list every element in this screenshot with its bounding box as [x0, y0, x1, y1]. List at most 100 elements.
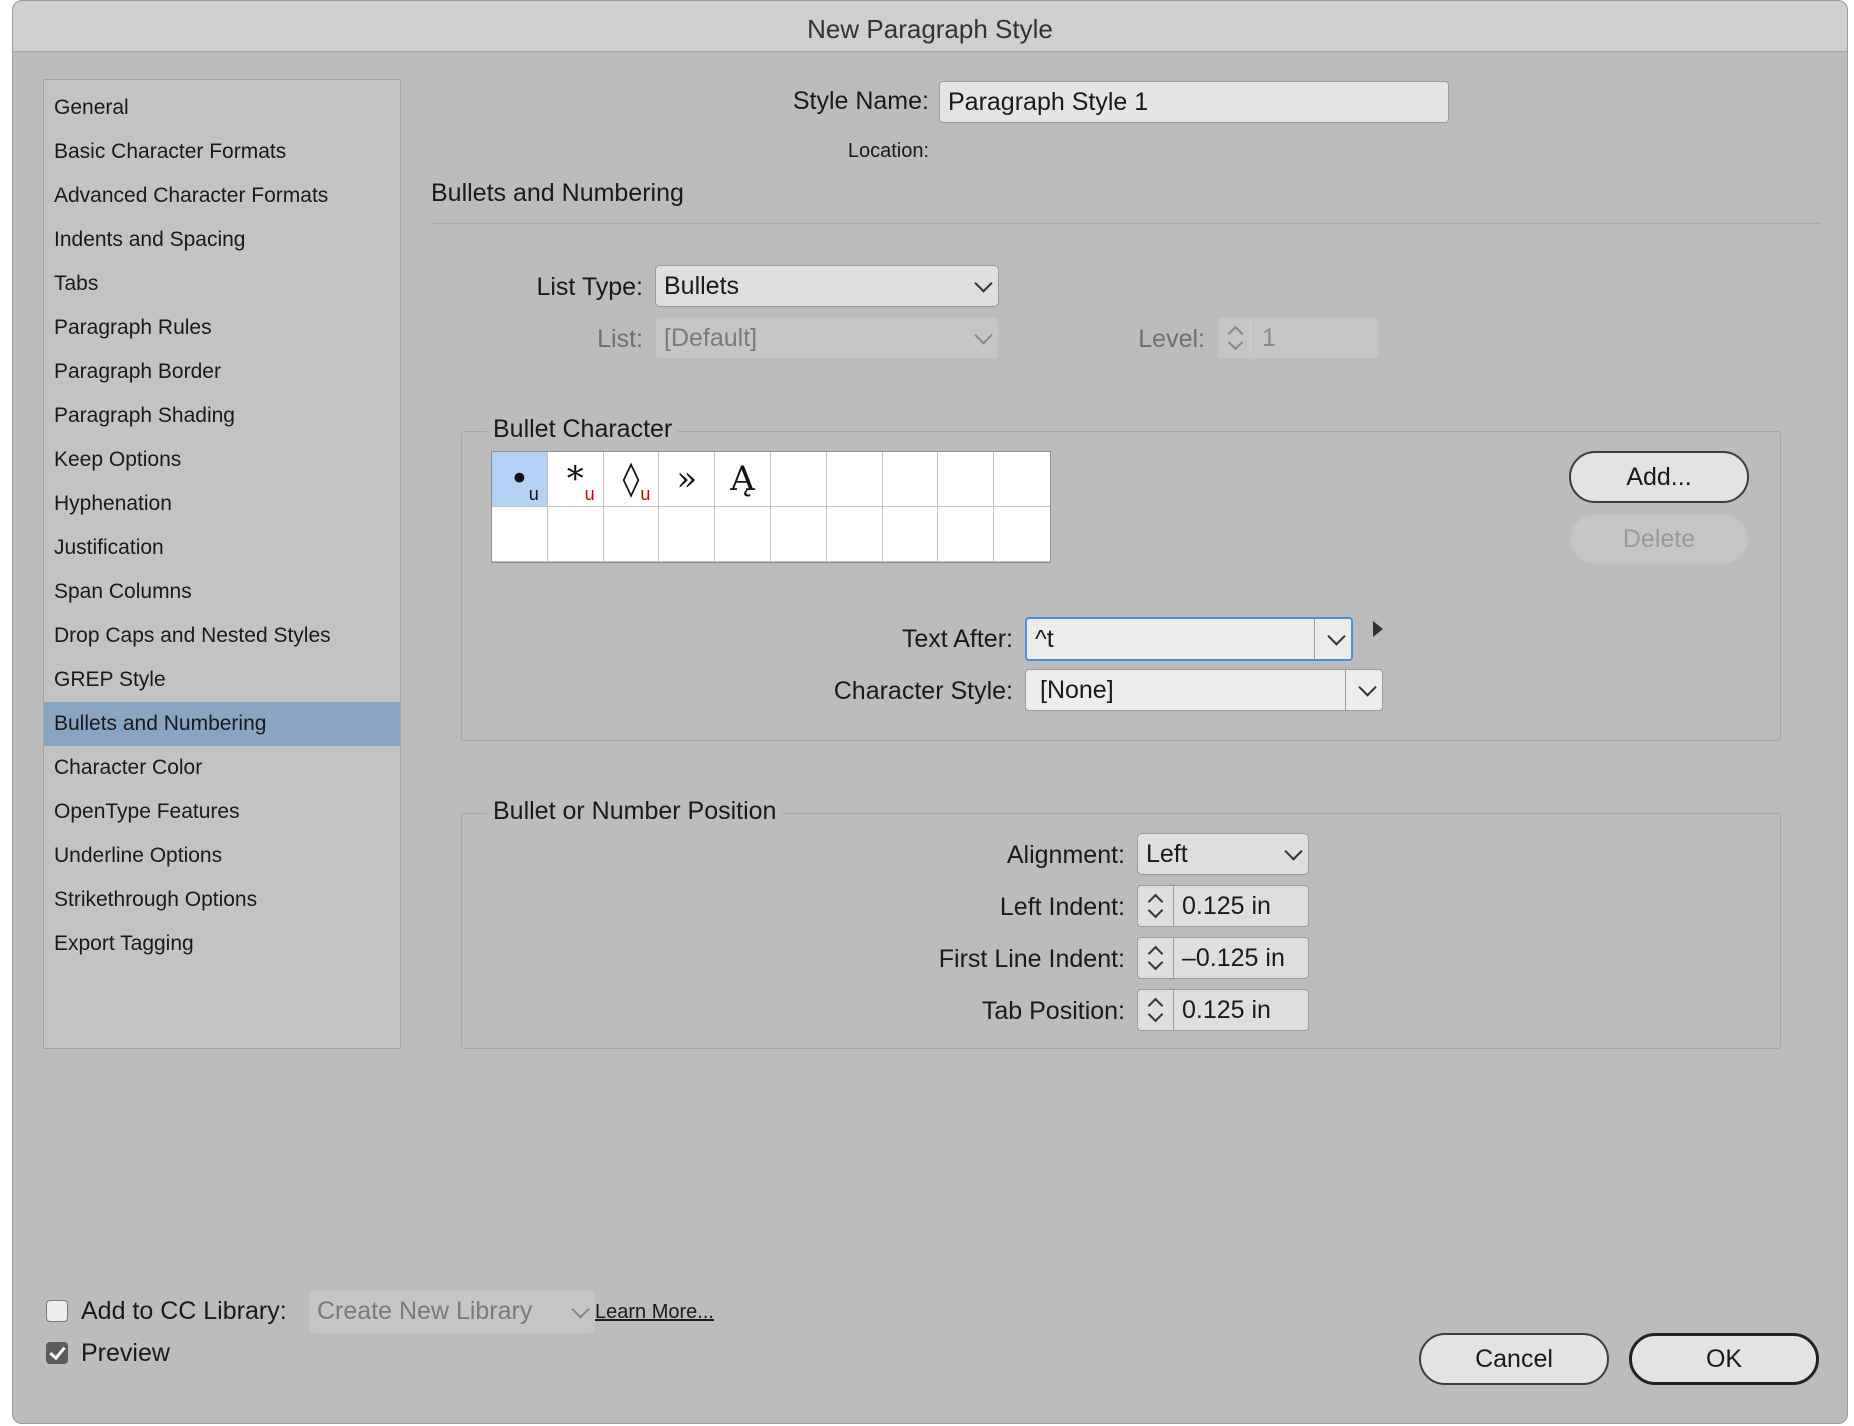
bullet-glyph-cell[interactable] — [882, 452, 939, 507]
list-value: [Default] — [664, 324, 758, 352]
cc-library-checkbox[interactable] — [46, 1300, 68, 1322]
stepper-arrows-icon[interactable] — [1138, 938, 1174, 978]
sidebar-item-character-color[interactable]: Character Color — [44, 746, 400, 790]
first-line-indent-label: First Line Indent: — [938, 945, 1125, 973]
character-style-value: [None] — [1040, 676, 1114, 704]
category-sidebar: General Basic Character Formats Advanced C… — [43, 79, 401, 1049]
sidebar-item-drop-caps-and-nested-styles[interactable]: Drop Caps and Nested Styles — [44, 614, 400, 658]
sidebar-item-strikethrough-options[interactable]: Strikethrough Options — [44, 878, 400, 922]
glyph-font-mark: u — [528, 484, 539, 504]
stepper-arrows-icon[interactable] — [1138, 886, 1174, 926]
left-indent-stepper[interactable]: 0.125 in — [1137, 885, 1309, 927]
tab-position-label: Tab Position: — [981, 997, 1125, 1025]
bullet-glyph-cell[interactable] — [547, 507, 604, 562]
chevron-down-icon — [974, 326, 993, 345]
list-type-value: Bullets — [664, 272, 740, 300]
glyph-font-mark: u — [584, 484, 595, 504]
alignment-label: Alignment: — [1006, 841, 1125, 869]
bullet-glyph-cell[interactable] — [603, 507, 660, 562]
sidebar-item-bullets-and-numbering[interactable]: Bullets and Numbering — [44, 702, 400, 746]
location-label: Location: — [847, 140, 929, 162]
bullet-glyph-cell[interactable]: • u — [492, 452, 548, 507]
sidebar-item-indents-and-spacing[interactable]: Indents and Spacing — [44, 218, 400, 262]
stepper-arrows-icon[interactable] — [1138, 990, 1174, 1030]
bullet-glyph-cell[interactable] — [715, 507, 771, 562]
bullet-glyph-cell[interactable] — [882, 507, 939, 562]
sidebar-item-span-columns[interactable]: Span Columns — [44, 570, 400, 614]
sidebar-item-basic-character-formats[interactable]: Basic Character Formats — [44, 130, 400, 174]
bullet-glyph: ◊ — [622, 459, 640, 499]
learn-more-link[interactable]: Learn More... — [595, 1301, 714, 1324]
position-group-title: Bullet or Number Position — [487, 797, 783, 826]
tab-position-stepper[interactable]: 0.125 in — [1137, 989, 1309, 1031]
bullet-glyph-cell[interactable] — [492, 507, 548, 562]
first-line-indent-value: –0.125 in — [1182, 944, 1285, 972]
bullet-glyph-cell[interactable]: » — [659, 452, 716, 507]
special-characters-arrow-icon[interactable] — [1373, 621, 1383, 637]
preview-label: Preview — [81, 1339, 170, 1367]
bullet-glyph-cell[interactable] — [770, 452, 827, 507]
bullet-glyph: Ą — [730, 459, 755, 499]
stepper-arrows-icon[interactable] — [1218, 318, 1254, 358]
bullet-glyph-cell[interactable] — [826, 452, 883, 507]
level-stepper[interactable]: 1 — [1217, 317, 1379, 359]
text-after-label: Text After: — [901, 625, 1013, 653]
sidebar-item-paragraph-border[interactable]: Paragraph Border — [44, 350, 400, 394]
sidebar-item-general[interactable]: General — [44, 86, 400, 130]
first-line-indent-stepper[interactable]: –0.125 in — [1137, 937, 1309, 979]
text-after-input[interactable]: ^t — [1025, 617, 1353, 661]
bullet-glyph: • — [509, 459, 530, 499]
preview-checkbox[interactable] — [46, 1342, 68, 1364]
bullet-glyph-cell[interactable] — [770, 507, 827, 562]
alignment-select[interactable]: Left — [1137, 833, 1309, 875]
bullet-glyph-cell[interactable] — [938, 507, 995, 562]
style-name-label: Style Name: — [792, 87, 929, 115]
sidebar-item-tabs[interactable]: Tabs — [44, 262, 400, 306]
bullet-glyph: * — [566, 459, 584, 499]
bullet-glyph-cell[interactable]: * u — [547, 452, 604, 507]
bullet-glyph-cell[interactable] — [659, 507, 716, 562]
style-name-input[interactable]: Paragraph Style 1 — [939, 81, 1449, 123]
sidebar-item-opentype-features[interactable]: OpenType Features — [44, 790, 400, 834]
ok-button[interactable]: OK — [1629, 1333, 1819, 1385]
sidebar-item-underline-options[interactable]: Underline Options — [44, 834, 400, 878]
cancel-button[interactable]: Cancel — [1419, 1333, 1609, 1385]
new-paragraph-style-dialog: New Paragraph Style General Basic Charact… — [12, 0, 1848, 1424]
list-type-label: List Type: — [536, 273, 643, 301]
sidebar-item-paragraph-rules[interactable]: Paragraph Rules — [44, 306, 400, 350]
sidebar-item-justification[interactable]: Justification — [44, 526, 400, 570]
list-label: List: — [597, 325, 643, 353]
bullet-glyph-cell[interactable] — [994, 507, 1050, 562]
section-title: Bullets and Numbering — [431, 179, 684, 207]
left-indent-value: 0.125 in — [1182, 892, 1271, 920]
delete-button[interactable]: Delete — [1569, 513, 1749, 565]
add-button[interactable]: Add... — [1569, 451, 1749, 503]
tab-position-value: 0.125 in — [1182, 996, 1271, 1024]
sidebar-item-keep-options[interactable]: Keep Options — [44, 438, 400, 482]
alignment-value: Left — [1146, 840, 1188, 868]
sidebar-item-advanced-character-formats[interactable]: Advanced Character Formats — [44, 174, 400, 218]
bullet-glyph-cell[interactable]: Ą — [715, 452, 771, 507]
chevron-down-icon — [571, 1300, 590, 1319]
bullet-glyph-cell[interactable] — [938, 452, 995, 507]
list-select[interactable]: [Default] — [655, 317, 999, 359]
bullet-glyph-cell[interactable]: ◊ u — [603, 452, 660, 507]
sidebar-item-grep-style[interactable]: GREP Style — [44, 658, 400, 702]
glyph-font-mark: u — [640, 484, 651, 504]
cc-library-value: Create New Library — [317, 1297, 533, 1325]
sidebar-item-hyphenation[interactable]: Hyphenation — [44, 482, 400, 526]
sidebar-item-paragraph-shading[interactable]: Paragraph Shading — [44, 394, 400, 438]
chevron-down-icon[interactable] — [1327, 627, 1346, 646]
left-indent-label: Left Indent: — [999, 893, 1125, 921]
bullet-glyph-cell[interactable] — [994, 452, 1050, 507]
character-style-select[interactable]: [None] — [1025, 669, 1383, 711]
section-divider — [431, 223, 1821, 224]
list-type-select[interactable]: Bullets — [655, 265, 999, 307]
character-style-label: Character Style: — [833, 677, 1013, 705]
bullet-glyph-cell[interactable] — [826, 507, 883, 562]
level-value: 1 — [1262, 324, 1276, 352]
cc-library-select[interactable]: Create New Library — [309, 1291, 595, 1333]
chevron-down-icon — [1284, 842, 1303, 861]
sidebar-item-export-tagging[interactable]: Export Tagging — [44, 922, 400, 966]
chevron-down-icon — [974, 274, 993, 293]
